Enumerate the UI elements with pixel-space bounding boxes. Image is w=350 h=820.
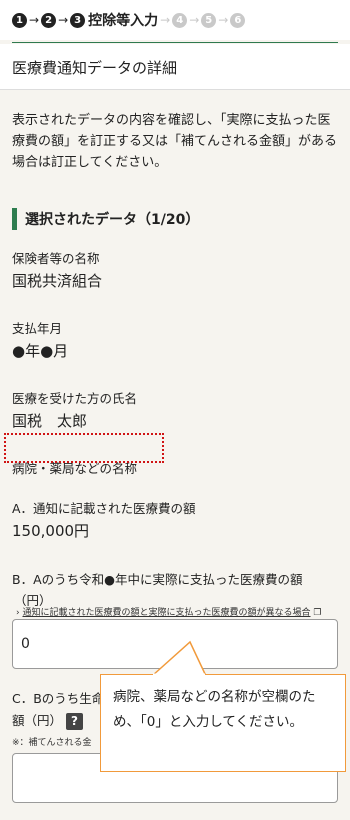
callout-pointer-cover [153,673,205,677]
